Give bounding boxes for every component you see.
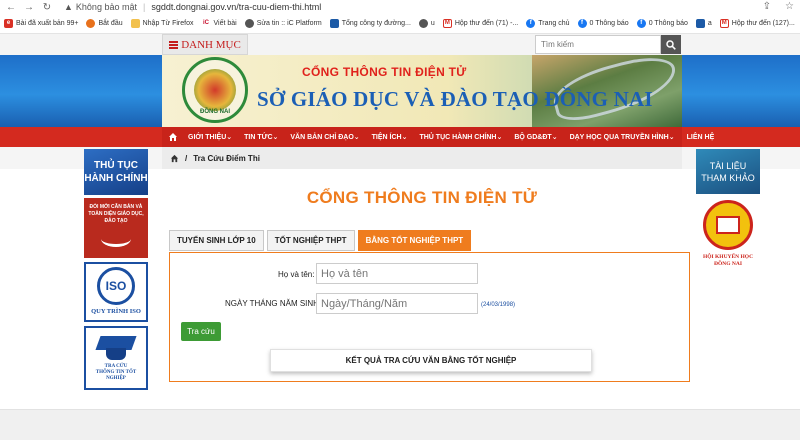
ic-icon: iC — [201, 19, 211, 28]
reload-icon[interactable]: ↻ — [40, 2, 54, 13]
nav-tien-ich[interactable]: TIỆN ÍCH⌄ — [372, 133, 408, 141]
home-icon — [169, 133, 177, 141]
iso-globe-icon: ISO — [97, 267, 135, 305]
company-icon — [329, 19, 339, 28]
search-icon — [666, 39, 676, 50]
bookmark-item[interactable]: Tổng công ty đường... — [329, 19, 411, 28]
tab-tot-nghiep-thpt[interactable]: TỐT NGHIỆP THPT — [266, 230, 355, 251]
e-icon: e — [4, 19, 13, 28]
breadcrumb-separator: / — [185, 153, 188, 163]
chevron-down-icon: ⌄ — [551, 134, 558, 141]
nav-home[interactable] — [168, 132, 178, 143]
bookmark-item[interactable]: Bắt đầu — [86, 19, 123, 28]
lookup-tabs: TUYỂN SINH LỚP 10 TỐT NGHIỆP THPT BẰNG T… — [169, 230, 472, 251]
dob-format-hint: (24/03/1998) — [481, 302, 516, 308]
graduation-lookup-banner[interactable]: TRA CỨU THÔNG TIN TỐT NGHIỆP — [84, 326, 148, 390]
category-menu-button[interactable]: DANH MỤC — [162, 34, 248, 55]
date-of-birth-input[interactable] — [316, 293, 478, 314]
url-text[interactable]: sgddt.dongnai.gov.vn/tra-cuu-diem-thi.ht… — [151, 2, 321, 12]
result-header: KẾT QUẢ TRA CỨU VĂN BẰNG TỐT NGHIỆP — [270, 349, 592, 372]
chevron-down-icon: ⌄ — [496, 134, 503, 141]
education-reform-banner[interactable]: ĐỔI MỚI CĂN BẢN VÀ TOÀN DIỆN GIÁO DỤC, Đ… — [84, 198, 148, 258]
page-title: CỔNG THÔNG TIN ĐIỆN TỬ — [306, 188, 538, 207]
name-label: Họ và tên: — [278, 270, 315, 279]
iso-process-banner[interactable]: ISO QUY TRÌNH ISO — [84, 262, 148, 322]
category-menu-label: DANH MỤC — [181, 38, 241, 51]
bookmark-item[interactable]: f Trang chủ — [526, 19, 570, 28]
nav-day-hoc-qua-truyen-hinh[interactable]: DẠY HỌC QUA TRUYỀN HÌNH⌄ — [570, 133, 675, 141]
main-navigation-items: GIỚI THIỆU⌄ TIN TỨC⌄ VĂN BẢN CHỈ ĐẠO⌄ TI… — [162, 127, 714, 147]
bookmark-star-icon[interactable]: ☆ — [785, 1, 794, 12]
chevron-down-icon: ⌄ — [668, 134, 675, 141]
nav-tin-tuc[interactable]: TIN TỨC⌄ — [244, 133, 278, 141]
logo-emblem-icon — [194, 69, 236, 111]
bookmark-item[interactable]: Sửa tin :: iC Platform — [244, 19, 322, 28]
full-name-input[interactable] — [316, 263, 478, 284]
back-arrow-icon[interactable]: ← — [4, 2, 18, 13]
reference-materials-banner[interactable]: TÀI LIỆU THAM KHẢO — [696, 149, 760, 194]
main-navigation: GIỚI THIỆU⌄ TIN TỨC⌄ VĂN BẢN CHỈ ĐẠO⌄ TI… — [0, 127, 800, 147]
lookup-form: Họ và tên: NGÀY THÁNG NĂM SINH: (24/03/1… — [169, 252, 690, 382]
nav-lien-he[interactable]: LIÊN HỆ — [687, 134, 715, 141]
bookmark-item[interactable]: e Bài đã xuất bản 99+ — [4, 19, 78, 28]
firefox-icon — [86, 19, 96, 28]
breadcrumb-current: Tra Cứu Điểm Thi — [193, 153, 260, 163]
nav-thu-tuc-hanh-chinh[interactable]: THỦ TỤC HÀNH CHÍNH⌄ — [419, 133, 502, 141]
chevron-down-icon: ⌄ — [272, 134, 279, 141]
nav-van-ban-chi-dao[interactable]: VĂN BẢN CHỈ ĐẠO⌄ — [290, 133, 359, 141]
hamburger-icon — [169, 40, 179, 49]
association-emblem-icon — [703, 200, 753, 250]
folder-icon — [130, 19, 140, 28]
bookmarks-bar: e Bài đã xuất bản 99+ Bắt đầu Nhập Từ Fir… — [0, 14, 800, 34]
lookup-button[interactable]: Tra cứu — [181, 322, 221, 341]
facebook-icon: f — [577, 19, 587, 28]
banner-subtitle: CỔNG THÔNG TIN ĐIỆN TỬ — [302, 65, 467, 79]
bookmark-item[interactable]: iC Viết bài — [201, 19, 237, 28]
chevron-down-icon: ⌄ — [353, 134, 360, 141]
tab-tuyen-sinh-lop-10[interactable]: TUYỂN SINH LỚP 10 — [169, 230, 264, 251]
logo-caption: ĐỒNG NAI — [200, 109, 230, 115]
banner-title: SỞ GIÁO DỤC VÀ ĐÀO TẠO ĐỒNG NAI — [257, 87, 653, 111]
bookmark-item[interactable]: f0 Thông báo — [577, 19, 629, 28]
browser-actions: ⇪ ☆ — [763, 1, 794, 12]
security-label: Không bảo mật — [75, 2, 137, 12]
globe-icon — [244, 19, 254, 28]
banner-image[interactable]: ĐỒNG NAI CỔNG THÔNG TIN ĐIỆN TỬ SỞ GIÁO … — [162, 55, 682, 127]
share-icon[interactable]: ⇪ — [763, 1, 771, 12]
site-banner: ĐỒNG NAI CỔNG THÔNG TIN ĐIỆN TỬ SỞ GIÁO … — [0, 55, 800, 127]
security-indicator[interactable]: ▲ Không bảo mật — [64, 2, 137, 12]
chevron-down-icon: ⌄ — [401, 134, 408, 141]
forward-arrow-icon[interactable]: → — [22, 2, 36, 13]
bookmark-item[interactable]: u — [418, 19, 435, 28]
footer-strip — [0, 409, 800, 440]
facebook-icon: f — [526, 19, 536, 28]
browser-address-bar: ← → ↻ ▲ Không bảo mật | sgddt.dongnai.go… — [0, 0, 800, 14]
url-divider: | — [142, 2, 146, 12]
bookmark-item[interactable]: a — [695, 19, 712, 28]
breadcrumb: / Tra Cứu Điểm Thi — [162, 147, 682, 169]
home-icon[interactable] — [170, 154, 179, 163]
tab-bang-tot-nghiep-thpt[interactable]: BẰNG TỐT NGHIỆP THPT — [357, 230, 472, 251]
gmail-icon: M — [719, 19, 729, 28]
facebook-icon: f — [636, 19, 646, 28]
open-book-icon — [101, 231, 131, 247]
nav-gioi-thieu[interactable]: GIỚI THIỆU⌄ — [188, 133, 232, 141]
company-icon — [695, 19, 705, 28]
nav-bo-gddt[interactable]: BỘ GD&ĐT⌄ — [514, 133, 557, 141]
search-button[interactable] — [661, 35, 681, 54]
gmail-icon: M — [442, 19, 452, 28]
site-top-bar: DANH MỤC — [0, 34, 800, 55]
bookmark-item[interactable]: M Hộp thư đến (71) -... — [442, 19, 518, 28]
chevron-down-icon: ⌄ — [226, 134, 233, 141]
search-input[interactable] — [535, 35, 661, 54]
warning-icon: ▲ — [64, 2, 73, 12]
bookmark-item[interactable]: f0 Thông báo — [636, 19, 688, 28]
bookmark-item[interactable]: Nhập Từ Firefox — [130, 19, 193, 28]
graduation-cap-icon — [95, 334, 137, 362]
bookmark-item[interactable]: M Hộp thư đến (127)... — [719, 19, 795, 28]
dob-label: NGÀY THÁNG NĂM SINH: — [225, 299, 322, 308]
admin-procedures-banner[interactable]: THỦ TỤC HÀNH CHÍNH — [84, 149, 148, 195]
learning-promotion-association-banner[interactable]: HỘI KHUYẾN HỌC ĐỒNG NAI — [696, 198, 760, 278]
globe-icon — [418, 19, 428, 28]
